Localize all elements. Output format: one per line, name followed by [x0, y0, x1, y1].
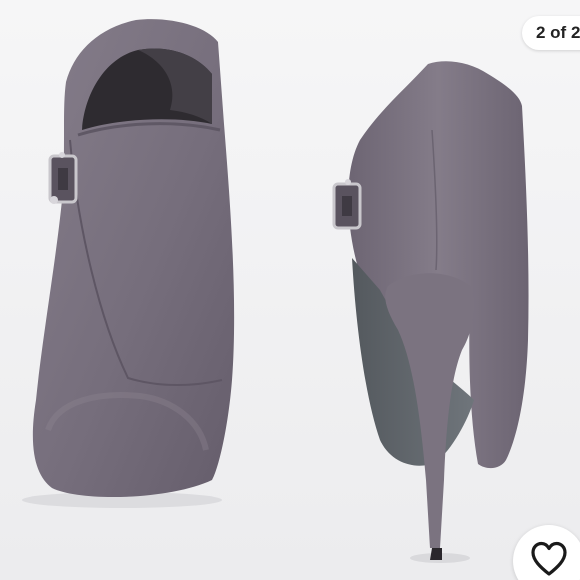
heart-icon [531, 541, 567, 576]
right-buckle [332, 179, 362, 230]
right-boot [332, 61, 529, 563]
image-viewer[interactable]: 2 of 2 [0, 0, 580, 580]
left-boot [22, 19, 235, 508]
image-counter-badge: 2 of 2 [522, 16, 580, 50]
product-photo [22, 19, 529, 563]
left-buckle [48, 152, 78, 204]
